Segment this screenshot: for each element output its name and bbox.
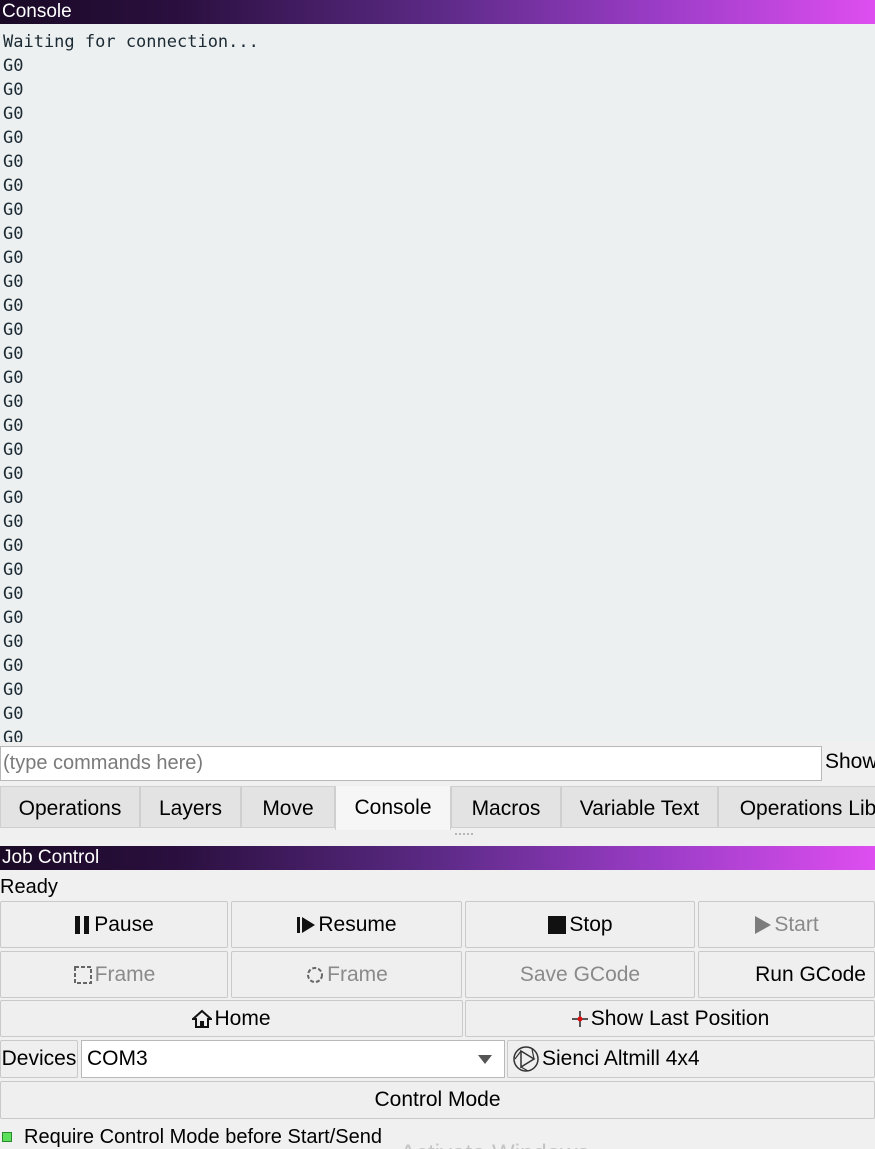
console-line: G0 [3, 152, 24, 172]
stop-icon [547, 915, 567, 935]
console-line: G0 [3, 440, 24, 460]
frame-rect-label: Frame [94, 962, 156, 986]
frame-circle-button[interactable]: Frame [231, 951, 462, 998]
console-line: G0 [3, 296, 24, 316]
start-label: Start [774, 912, 819, 936]
show-last-position-label: Show Last Position [590, 1006, 770, 1030]
show-last-position-button[interactable]: Show Last Position [465, 1000, 875, 1037]
console-line: G0 [3, 704, 24, 724]
console-line: G0 [3, 200, 24, 220]
control-mode-label: Control Mode [374, 1088, 501, 1111]
frame-circle-icon [305, 965, 325, 985]
command-row: Show [0, 745, 875, 782]
console-output[interactable]: Waiting for connection... G0 G0 G0 G0 G0 G0 G0 G… [0, 24, 875, 742]
tab-operations[interactable]: Operations [0, 786, 140, 828]
pause-icon [74, 915, 92, 935]
port-value: COM3 [87, 1047, 148, 1070]
port-select[interactable]: COM3 [81, 1040, 505, 1078]
frame-circle-label: Frame [327, 962, 388, 986]
pause-label: Pause [94, 912, 154, 936]
console-line: G0 [3, 488, 24, 508]
require-control-mode-checkbox[interactable] [2, 1132, 12, 1142]
home-label: Home [214, 1006, 271, 1030]
console-line: G0 [3, 680, 24, 700]
console-line: G0 [3, 632, 24, 652]
console-line: G0 [3, 608, 24, 628]
run-gcode-button[interactable]: Run GCode [698, 951, 875, 998]
console-line: G0 [3, 536, 24, 556]
console-line: G0 [3, 128, 24, 148]
console-line: G0 [3, 80, 24, 100]
console-line: G0 [3, 272, 24, 292]
resume-button[interactable]: Resume [231, 901, 462, 948]
stop-button[interactable]: Stop [465, 901, 695, 948]
aperture-icon [512, 1045, 540, 1073]
home-icon [192, 1009, 213, 1029]
console-line: G0 [3, 56, 24, 76]
console-line: G0 [3, 176, 24, 196]
chevron-down-icon [478, 1055, 492, 1064]
tab-move[interactable]: Move [241, 786, 335, 828]
save-gcode-button[interactable]: Save GCode [465, 951, 695, 998]
console-line: G0 [3, 560, 24, 580]
control-mode-button[interactable]: Control Mode [0, 1081, 875, 1119]
tab-operations-lib[interactable]: Operations Lib [718, 786, 875, 828]
console-line: G0 [3, 344, 24, 364]
save-gcode-label: Save GCode [519, 962, 641, 986]
splitter-handle[interactable] [455, 833, 473, 837]
job-control-title: Job Control [0, 846, 875, 870]
device-name: Sienci Altmill 4x4 [542, 1047, 700, 1070]
console-line: G0 [3, 728, 24, 742]
stop-label: Stop [569, 912, 613, 936]
device-profile-button[interactable]: Sienci Altmill 4x4 [507, 1040, 875, 1078]
devices-button[interactable]: Devices [0, 1040, 78, 1078]
console-line: G0 [3, 584, 24, 604]
console-line: G0 [3, 416, 24, 436]
frame-rect-button[interactable]: Frame [0, 951, 228, 998]
console-line: G0 [3, 656, 24, 676]
devices-label: Devices [1, 1047, 77, 1070]
console-line: Waiting for connection... [3, 32, 259, 52]
play-icon [754, 915, 772, 935]
console-line: G0 [3, 248, 24, 268]
panel-tabs: Operations Layers Move Console Macros Va… [0, 786, 875, 830]
console-line: G0 [3, 368, 24, 388]
tab-layers[interactable]: Layers [140, 786, 241, 828]
console-line: G0 [3, 320, 24, 340]
tab-console[interactable]: Console [335, 786, 451, 830]
command-input[interactable] [0, 746, 822, 781]
tab-macros[interactable]: Macros [451, 786, 561, 828]
console-line: G0 [3, 464, 24, 484]
resume-icon [296, 915, 316, 935]
tab-variable-text[interactable]: Variable Text [561, 786, 718, 828]
require-control-mode-row[interactable]: Require Control Mode before Start/Send [0, 1125, 875, 1149]
console-line: G0 [3, 224, 24, 244]
console-line: G0 [3, 392, 24, 412]
home-button[interactable]: Home [0, 1000, 463, 1037]
status-text: Ready [0, 876, 58, 898]
crosshair-icon [571, 1010, 589, 1028]
frame-rectangle-icon [73, 965, 93, 985]
pause-button[interactable]: Pause [0, 901, 228, 948]
require-control-mode-label: Require Control Mode before Start/Send [24, 1126, 382, 1148]
resume-label: Resume [318, 912, 397, 936]
run-gcode-label: Run GCode [755, 962, 866, 986]
start-button[interactable]: Start [698, 901, 875, 948]
show-toggle-label[interactable]: Show [825, 750, 875, 774]
console-line: G0 [3, 104, 24, 124]
console-line: G0 [3, 512, 24, 532]
console-panel-title: Console [0, 0, 875, 24]
